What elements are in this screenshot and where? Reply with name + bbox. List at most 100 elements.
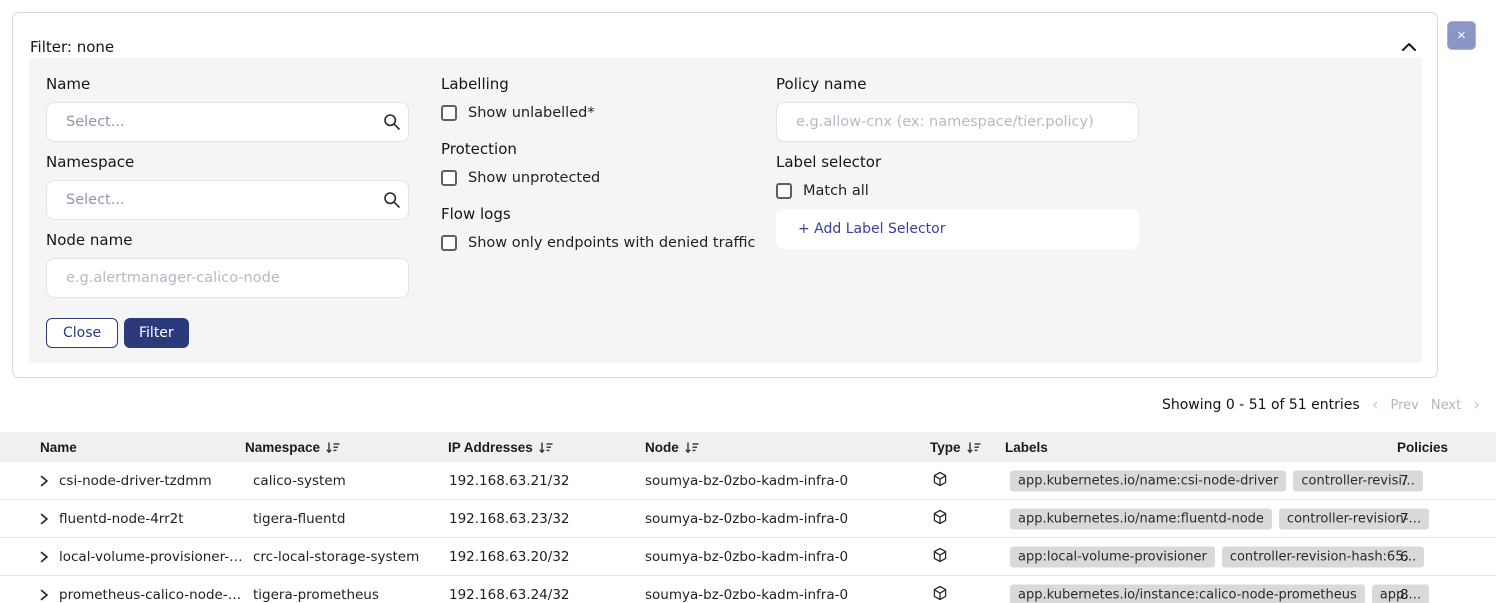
expand-row-icon[interactable] bbox=[38, 474, 50, 487]
namespace-select-input[interactable] bbox=[46, 180, 409, 220]
pod-cube-icon bbox=[932, 509, 948, 525]
close-icon: × bbox=[1457, 27, 1466, 44]
search-icon[interactable] bbox=[383, 191, 401, 209]
label-chip: controller-revision-hash:65… bbox=[1222, 546, 1425, 567]
endpoint-name: csi-node-driver-tzdmm bbox=[59, 473, 212, 489]
table-row: fluentd-node-4rr2t tigera-fluentd 192.16… bbox=[0, 500, 1496, 538]
endpoint-namespace: crc-local-storage-system bbox=[253, 549, 419, 565]
denied-traffic-checkbox[interactable] bbox=[441, 235, 457, 251]
column-label: Namespace bbox=[245, 440, 320, 455]
sort-icon[interactable] bbox=[967, 441, 981, 454]
policies-count: 7 bbox=[1400, 473, 1409, 489]
endpoint-name: prometheus-calico-node-… bbox=[59, 587, 241, 603]
denied-traffic-label: Show only endpoints with denied traffic bbox=[468, 235, 755, 251]
endpoint-node: soumya-bz-0zbo-kadm-infra-0 bbox=[645, 511, 848, 527]
column-header-type[interactable]: Type bbox=[930, 432, 981, 462]
add-label-selector-button[interactable]: + Add Label Selector bbox=[776, 209, 1139, 249]
column-header-namespace[interactable]: Namespace bbox=[245, 432, 340, 462]
endpoint-name: local-volume-provisioner-… bbox=[59, 549, 243, 565]
protection-heading: Protection bbox=[441, 140, 517, 158]
name-label: Name bbox=[46, 75, 90, 93]
next-page-icon[interactable]: › bbox=[1473, 398, 1480, 412]
match-all-checkbox[interactable] bbox=[776, 183, 792, 199]
denied-traffic-option: Show only endpoints with denied traffic bbox=[441, 235, 755, 251]
endpoint-namespace: calico-system bbox=[253, 473, 346, 489]
expand-row-icon[interactable] bbox=[38, 588, 50, 601]
prev-page-icon[interactable]: ‹ bbox=[1372, 398, 1379, 412]
namespace-label: Namespace bbox=[46, 153, 134, 171]
endpoint-node: soumya-bz-0zbo-kadm-infra-0 bbox=[645, 587, 848, 603]
show-unlabelled-label: Show unlabelled* bbox=[468, 105, 595, 121]
column-header-ip-addresses[interactable]: IP Addresses bbox=[448, 432, 553, 462]
panel-dismiss-button[interactable]: × bbox=[1447, 21, 1476, 50]
endpoint-node: soumya-bz-0zbo-kadm-infra-0 bbox=[645, 473, 848, 489]
column-header-labels: Labels bbox=[1005, 432, 1048, 462]
show-unprotected-option: Show unprotected bbox=[441, 170, 600, 186]
table-row: csi-node-driver-tzdmm calico-system 192.… bbox=[0, 462, 1496, 500]
column-label: IP Addresses bbox=[448, 440, 533, 455]
policy-name-input[interactable] bbox=[776, 102, 1139, 142]
sort-icon[interactable] bbox=[539, 441, 553, 454]
column-label: Policies bbox=[1397, 440, 1448, 455]
search-icon[interactable] bbox=[383, 113, 401, 131]
endpoint-labels: app.kubernetes.io/name:csi-node-driver c… bbox=[1010, 470, 1423, 491]
node-name-input[interactable] bbox=[46, 258, 409, 298]
endpoint-namespace: tigera-prometheus bbox=[253, 587, 379, 603]
column-label: Node bbox=[645, 440, 679, 455]
label-chip: app:local-volume-provisioner bbox=[1010, 546, 1215, 567]
node-name-label: Node name bbox=[46, 231, 132, 249]
filter-panel-title: Filter: none bbox=[30, 38, 114, 56]
name-select-input[interactable] bbox=[46, 102, 409, 142]
table-row: prometheus-calico-node-… tigera-promethe… bbox=[0, 576, 1496, 603]
pod-cube-icon bbox=[932, 547, 948, 563]
filter-button[interactable]: Filter bbox=[124, 318, 189, 348]
endpoints-table-header: Name Namespace IP Addresses Node bbox=[0, 432, 1496, 462]
endpoint-node: soumya-bz-0zbo-kadm-infra-0 bbox=[645, 549, 848, 565]
table-row: local-volume-provisioner-… crc-local-sto… bbox=[0, 538, 1496, 576]
prev-page-link[interactable]: Prev bbox=[1391, 398, 1419, 413]
endpoint-ip: 192.168.63.24/32 bbox=[449, 587, 570, 603]
expand-row-icon[interactable] bbox=[38, 550, 50, 563]
endpoint-labels: app:local-volume-provisioner controller-… bbox=[1010, 546, 1424, 567]
show-unlabelled-checkbox[interactable] bbox=[441, 105, 457, 121]
next-page-link[interactable]: Next bbox=[1431, 398, 1461, 413]
endpoints-page: × Filter: none Name Namespace bbox=[0, 0, 1496, 603]
close-button[interactable]: Close bbox=[46, 318, 118, 348]
labelling-heading: Labelling bbox=[441, 75, 509, 93]
sort-icon[interactable] bbox=[326, 441, 340, 454]
flow-logs-heading: Flow logs bbox=[441, 205, 511, 223]
match-all-label: Match all bbox=[803, 183, 869, 199]
endpoint-ip: 192.168.63.20/32 bbox=[449, 549, 570, 565]
label-chip: app.kubernetes.io/name:csi-node-driver bbox=[1010, 470, 1286, 491]
showing-entries-text: Showing 0 - 51 of 51 entries bbox=[1162, 397, 1360, 413]
endpoint-labels: app.kubernetes.io/name:fluentd-node cont… bbox=[1010, 508, 1429, 529]
column-label: Name bbox=[40, 440, 77, 455]
pod-cube-icon bbox=[932, 471, 948, 487]
filter-form: Name Namespace Node name Close Filter bbox=[29, 58, 1422, 363]
expand-row-icon[interactable] bbox=[38, 512, 50, 525]
show-unlabelled-option: Show unlabelled* bbox=[441, 105, 595, 121]
policies-count: 8 bbox=[1400, 587, 1409, 603]
pagination: Showing 0 - 51 of 51 entries ‹ Prev Next… bbox=[1162, 397, 1480, 413]
endpoint-labels: app.kubernetes.io/instance:calico-node-p… bbox=[1010, 584, 1429, 603]
policies-count: 7 bbox=[1400, 511, 1409, 527]
endpoint-name: fluentd-node-4rr2t bbox=[59, 511, 184, 527]
policy-name-label: Policy name bbox=[776, 75, 866, 93]
column-label: Labels bbox=[1005, 440, 1048, 455]
show-unprotected-label: Show unprotected bbox=[468, 170, 600, 186]
column-label: Type bbox=[930, 440, 961, 455]
label-chip: app.kubernetes.io/name:fluentd-node bbox=[1010, 508, 1272, 529]
endpoint-ip: 192.168.63.21/32 bbox=[449, 473, 570, 489]
show-unprotected-checkbox[interactable] bbox=[441, 170, 457, 186]
column-header-policies: Policies bbox=[1397, 432, 1448, 462]
column-header-node[interactable]: Node bbox=[645, 432, 699, 462]
label-selector-heading: Label selector bbox=[776, 153, 881, 171]
pod-cube-icon bbox=[932, 585, 948, 601]
policies-count: 6 bbox=[1400, 549, 1409, 565]
sort-icon[interactable] bbox=[685, 441, 699, 454]
endpoint-namespace: tigera-fluentd bbox=[253, 511, 345, 527]
chevron-up-icon bbox=[1401, 42, 1417, 52]
label-chip: app.kubernetes.io/instance:calico-node-p… bbox=[1010, 584, 1365, 603]
collapse-panel-button[interactable] bbox=[1399, 39, 1419, 55]
filter-panel: Filter: none Name Namespace bbox=[12, 12, 1438, 378]
